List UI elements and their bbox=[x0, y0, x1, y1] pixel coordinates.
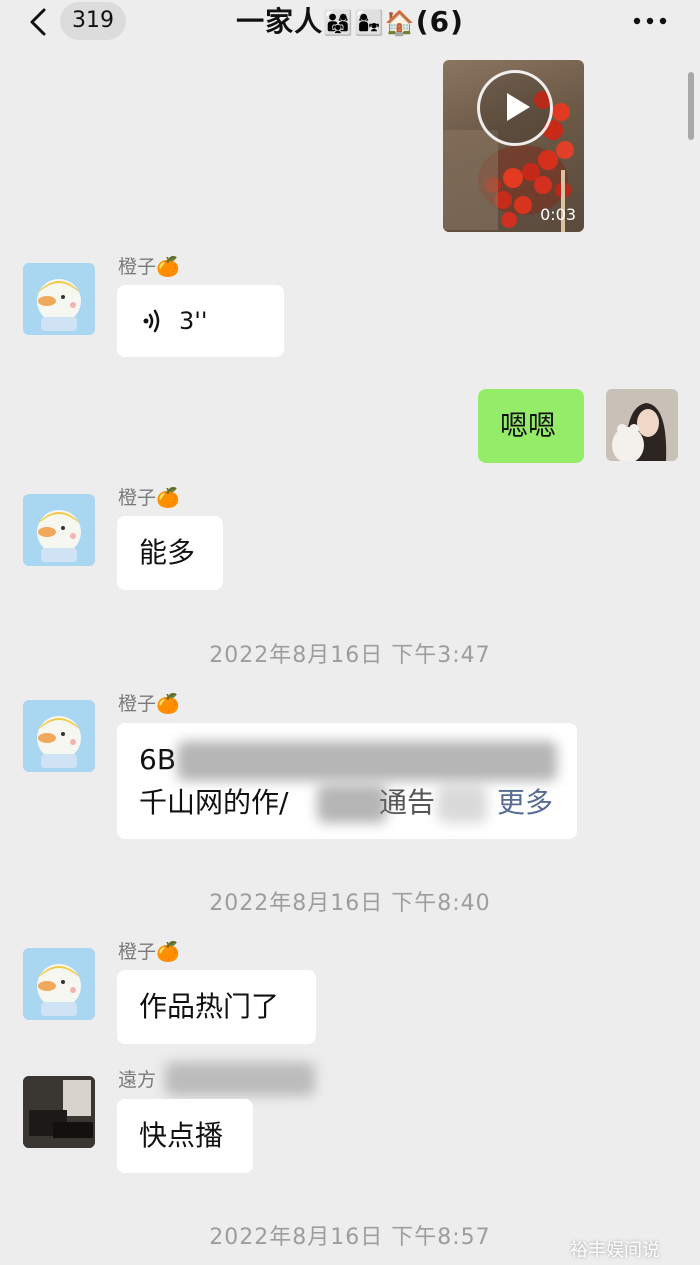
more-options-icon[interactable] bbox=[630, 14, 670, 28]
message-text: 嗯嗯 bbox=[500, 409, 557, 442]
redaction-blur bbox=[317, 785, 387, 823]
sender-name: 橙子🍊 bbox=[118, 941, 180, 963]
video-message[interactable]: 0:03 bbox=[443, 60, 584, 232]
voice-duration: 3'' bbox=[179, 307, 208, 335]
group-name: 一家人 bbox=[236, 5, 324, 38]
message-text-line2: 千山网的作/ bbox=[139, 786, 289, 819]
play-icon bbox=[507, 93, 530, 121]
portrait-avatar-icon bbox=[606, 389, 678, 461]
avatar[interactable] bbox=[23, 700, 95, 772]
message-bubble[interactable]: 快点播 bbox=[117, 1099, 253, 1173]
redaction-blur bbox=[165, 1062, 315, 1096]
message-text-tail: 通告 bbox=[379, 786, 436, 819]
sender-name: 遠方 bbox=[118, 1069, 157, 1091]
message-bubble[interactable]: 作品热门了 bbox=[117, 970, 316, 1044]
scrollbar[interactable] bbox=[688, 72, 694, 140]
group-emoji: 👨‍👩‍👧👩‍👧🏠 bbox=[323, 9, 416, 37]
video-duration: 0:03 bbox=[540, 205, 576, 224]
message-bubble-mine[interactable]: 嗯嗯 bbox=[478, 389, 584, 463]
message-text-line1: 6B bbox=[139, 743, 177, 776]
voice-icon bbox=[143, 309, 160, 333]
chat-title: 一家人👨‍👩‍👧👩‍👧🏠(6) bbox=[0, 2, 700, 43]
message-bubble[interactable]: 6B 千山网的作/ 通告 更多 bbox=[117, 723, 577, 839]
sender-name: 橙子🍊 bbox=[118, 693, 180, 715]
message-text: 能多 bbox=[139, 536, 196, 569]
member-count: (6) bbox=[415, 5, 464, 38]
duck-avatar-icon bbox=[37, 964, 81, 1016]
play-button[interactable] bbox=[477, 70, 553, 146]
avatar[interactable] bbox=[23, 948, 95, 1020]
timestamp: 2022年8月16日 下午8:40 bbox=[209, 891, 491, 916]
message-bubble[interactable]: 能多 bbox=[117, 516, 223, 590]
redaction-blur bbox=[177, 741, 557, 781]
sender-name: 橙子🍊 bbox=[118, 256, 180, 278]
duck-avatar-icon bbox=[37, 716, 81, 768]
timestamp: 2022年8月16日 下午3:47 bbox=[209, 643, 491, 668]
voice-message-bubble[interactable]: 3'' bbox=[117, 285, 284, 357]
more-link[interactable]: 更多 bbox=[497, 783, 553, 823]
duck-avatar-icon bbox=[37, 279, 81, 331]
message-text: 快点播 bbox=[139, 1119, 224, 1152]
chat-header: 319 一家人👨‍👩‍👧👩‍👧🏠(6) bbox=[0, 0, 700, 48]
avatar[interactable] bbox=[23, 1076, 95, 1148]
my-avatar[interactable] bbox=[606, 389, 678, 461]
message-text: 作品热门了 bbox=[139, 990, 280, 1023]
room-photo-avatar-icon bbox=[23, 1076, 95, 1148]
redaction-blur bbox=[437, 785, 487, 823]
avatar[interactable] bbox=[23, 494, 95, 566]
duck-avatar-icon bbox=[37, 510, 81, 562]
watermark: 裕丰娱间说 bbox=[570, 1240, 660, 1261]
sender-name: 橙子🍊 bbox=[118, 487, 180, 509]
avatar[interactable] bbox=[23, 263, 95, 335]
